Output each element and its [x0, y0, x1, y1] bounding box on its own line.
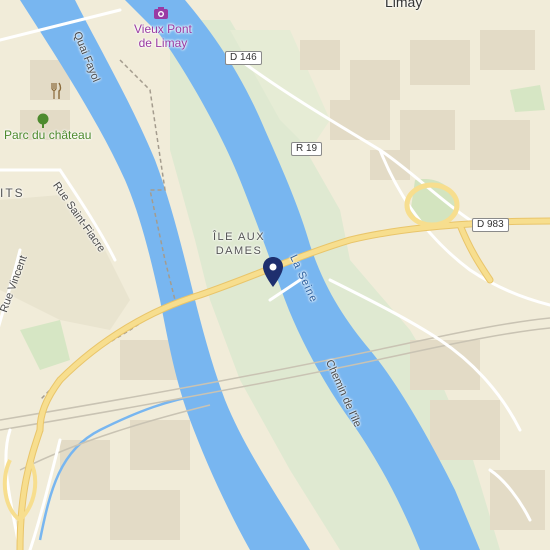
poi-park-label[interactable]: Parc du château — [4, 128, 91, 142]
road-shield-d146: D 146 — [225, 51, 262, 65]
road-shield-d983: D 983 — [472, 218, 509, 232]
island-label: ÎLE AUX DAMES — [213, 231, 266, 257]
poi-vieux-pont-label[interactable]: Vieux Pont de Limay — [134, 22, 192, 50]
road-shield-r19: R 19 — [291, 142, 323, 156]
map-view[interactable]: Limay Vieux Pont de Limay Parc du châtea… — [0, 0, 550, 550]
town-label[interactable]: Limay — [385, 0, 422, 10]
location-pin-icon[interactable] — [262, 256, 284, 293]
district-label: ITS — [0, 186, 25, 200]
fork-knife-icon[interactable] — [50, 82, 62, 105]
